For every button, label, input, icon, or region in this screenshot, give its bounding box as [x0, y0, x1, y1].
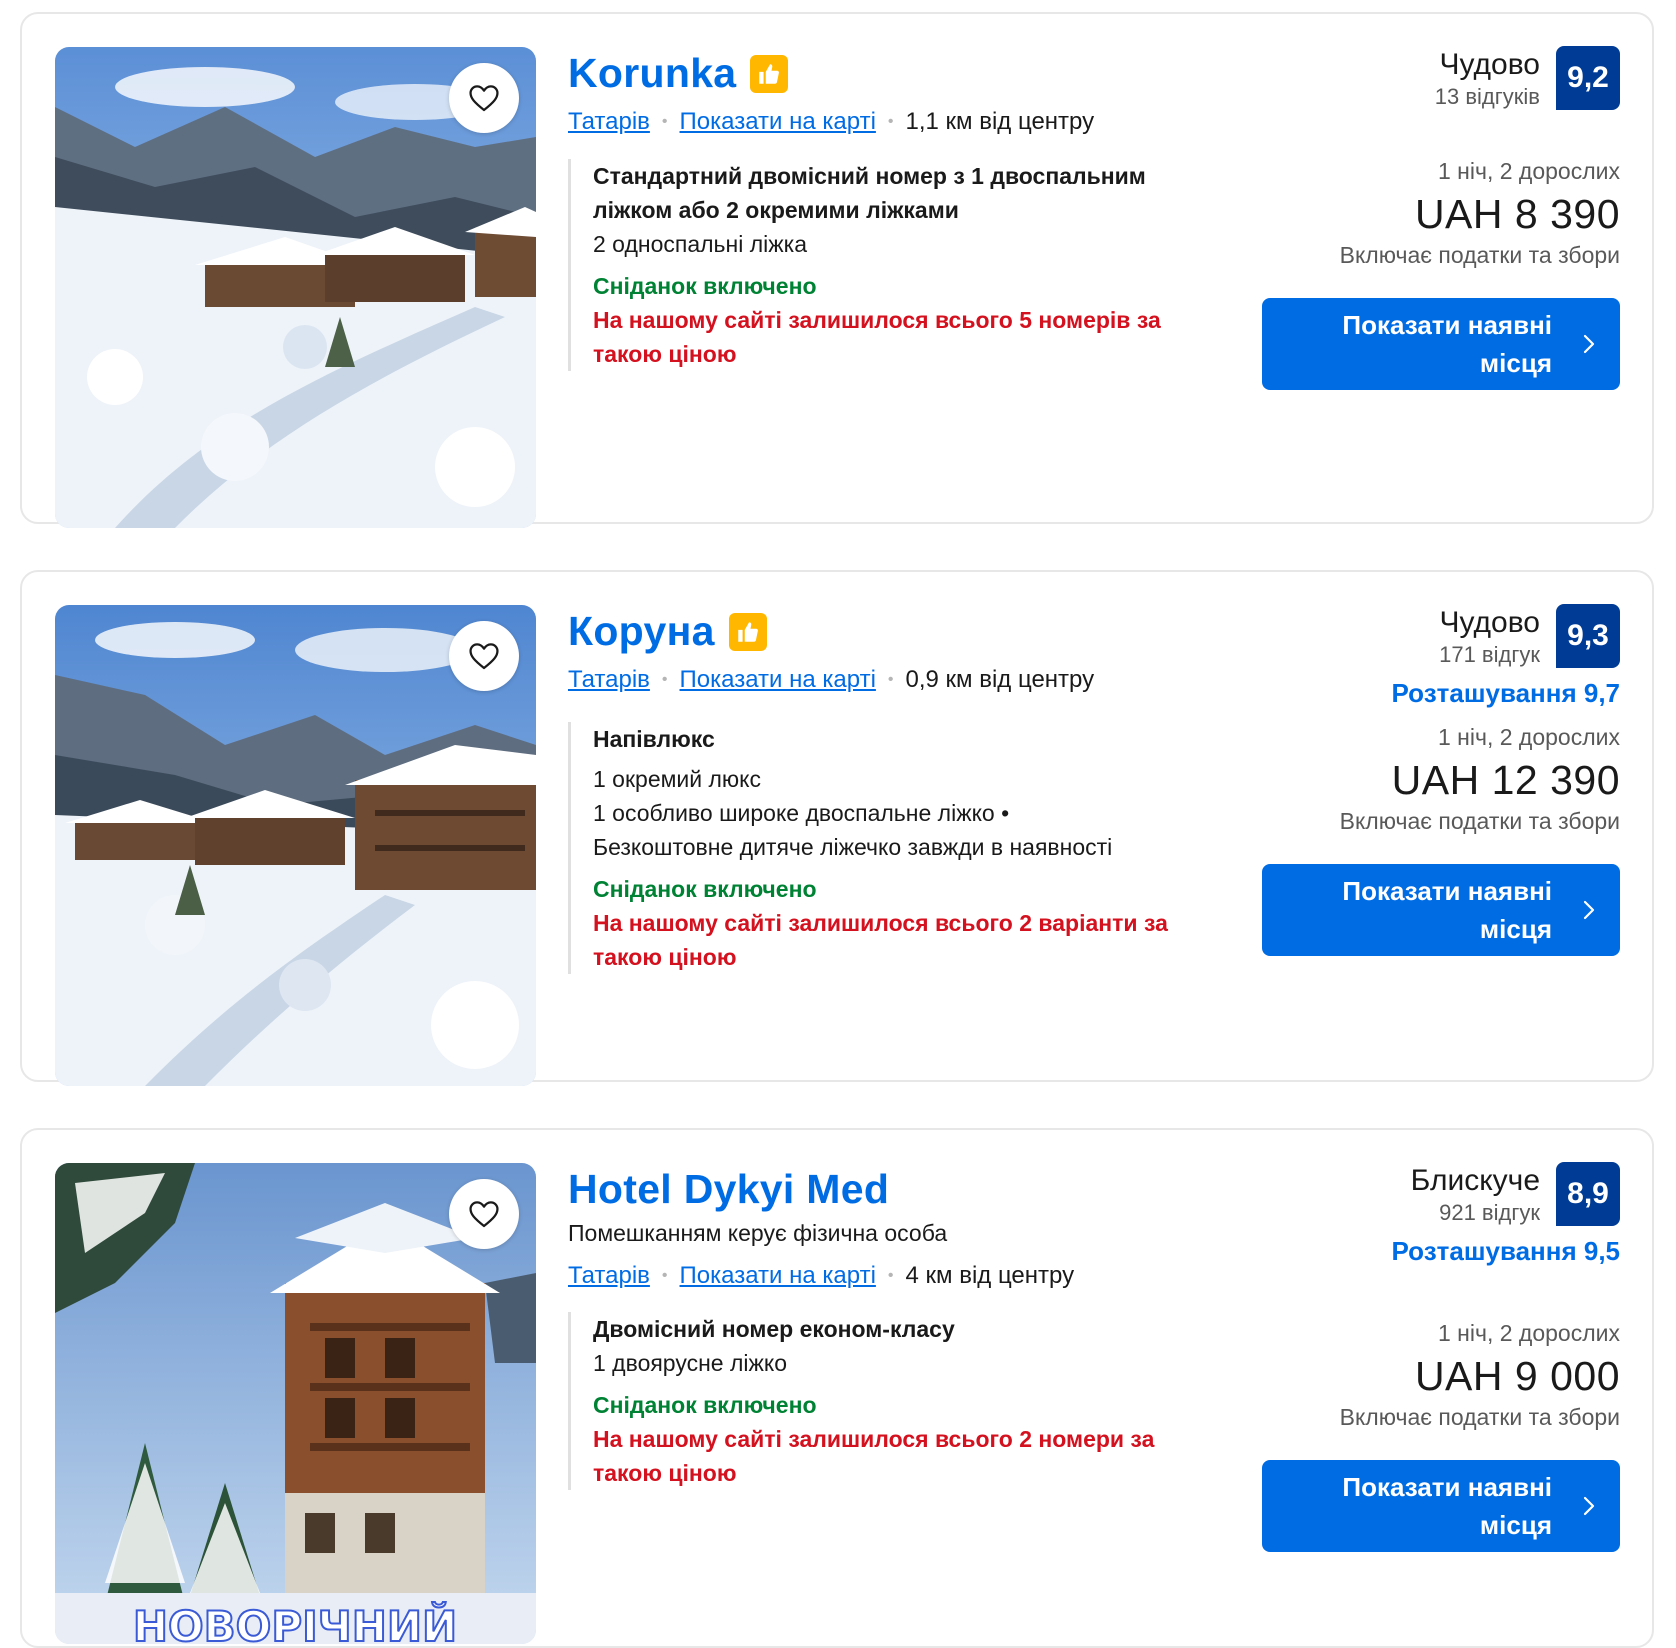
- location-score: Розташування 9,5: [1391, 1236, 1620, 1266]
- separator-dot: •: [661, 113, 668, 130]
- property-card: НОВОРІЧНИЙ Hotel Dykyi Med Помешканням к…: [20, 1128, 1654, 1648]
- property-photo[interactable]: НОВОРІЧНИЙ: [55, 1163, 536, 1644]
- room-detail: Безкоштовне дитяче ліжечко завжди в наяв…: [593, 834, 1113, 860]
- price: UAH 9 000: [1414, 1353, 1620, 1399]
- location-score: Розташування 9,7: [1391, 678, 1620, 708]
- review-score-badge[interactable]: 9,3: [1556, 604, 1620, 668]
- separator-dot: •: [887, 113, 894, 130]
- separator-dot: •: [661, 1267, 668, 1284]
- bed-type: 2 односпальні ліжка: [593, 231, 808, 257]
- heart-outline-icon: [469, 1201, 499, 1228]
- separator-dot: •: [887, 671, 894, 688]
- favorite-button[interactable]: [449, 621, 519, 691]
- preferred-partner-badge: [728, 612, 767, 651]
- show-availability-button[interactable]: Показати наявні місця: [1262, 864, 1620, 956]
- room-detail: 1 окремий люкс: [593, 766, 762, 792]
- button-label: Показати наявні місця: [1342, 1472, 1552, 1540]
- preferred-partner-badge: [750, 54, 789, 93]
- taxes-note: Включає податки та збори: [1339, 1404, 1620, 1430]
- rating-word: Блискуче: [1410, 1164, 1540, 1197]
- price: UAH 8 390: [1414, 191, 1620, 237]
- show-availability-button[interactable]: Показати наявні місця: [1262, 1460, 1620, 1552]
- scarcity-message: На нашому сайті залишилося всього 2 номе…: [593, 1426, 1155, 1486]
- city-link[interactable]: Татарів: [568, 108, 650, 136]
- favorite-button[interactable]: [449, 1179, 519, 1249]
- city-link[interactable]: Татарів: [568, 1262, 650, 1290]
- price-block: 1 ніч, 2 дорослих UAH 9 000 Включає пода…: [1120, 1320, 1620, 1431]
- chevron-right-icon: [1583, 900, 1595, 920]
- review-score-badge[interactable]: 9,2: [1556, 46, 1620, 110]
- nights-guests: 1 ніч, 2 дорослих: [1437, 158, 1620, 184]
- location-row: Татарів • Показати на карті • 1,1 км від…: [568, 108, 1094, 136]
- photo-overlay-text: НОВОРІЧНИЙ: [133, 1601, 457, 1644]
- show-on-map-link[interactable]: Показати на карті: [680, 666, 876, 694]
- location-row: Татарів • Показати на карті • 4 км від ц…: [568, 1262, 1074, 1290]
- separator-dot: •: [661, 671, 668, 688]
- thumbs-up-icon: [738, 621, 758, 642]
- city-link[interactable]: Татарів: [568, 666, 650, 694]
- room-info: Двомісний номер економ-класу 1 двоярусне…: [568, 1312, 1208, 1490]
- distance-from-center: 0,9 км від центру: [905, 666, 1095, 693]
- separator-dot: •: [887, 1267, 894, 1284]
- favorite-button[interactable]: [449, 63, 519, 133]
- hotel-name[interactable]: Hotel Dykyi Med: [568, 1166, 889, 1213]
- title-row: Hotel Dykyi Med: [568, 1166, 889, 1213]
- distance-from-center: 1,1 км від центру: [905, 108, 1095, 135]
- distance-from-center: 4 км від центру: [905, 1262, 1075, 1289]
- price-block: 1 ніч, 2 дорослих UAH 8 390 Включає пода…: [1120, 158, 1620, 269]
- heart-outline-icon: [469, 85, 499, 112]
- host-type-note: Помешканням керує фізична особа: [568, 1220, 948, 1246]
- search-results-list: Korunka Татарів • Показати на карті • 1,…: [0, 0, 1676, 1648]
- review-count[interactable]: 171 відгук: [1439, 640, 1540, 670]
- review-count[interactable]: 921 відгук: [1411, 1198, 1540, 1228]
- review-block: Чудово 13 відгуків 9,2: [1200, 46, 1620, 112]
- show-on-map-link[interactable]: Показати на карті: [680, 1262, 876, 1290]
- property-card: Korunka Татарів • Показати на карті • 1,…: [20, 12, 1654, 528]
- property-card: Коруна Татарів • Показати на карті • 0,9…: [20, 570, 1654, 1086]
- review-block: Чудово 171 відгук 9,3 Розташування 9,7: [1200, 604, 1620, 709]
- show-on-map-link[interactable]: Показати на карті: [680, 108, 876, 136]
- room-info: Напівлюкс 1 окремий люкс 1 особливо широ…: [568, 722, 1208, 974]
- room-name: Двомісний номер економ-класу: [593, 1316, 955, 1342]
- bed-type: 1 двоярусне ліжко: [593, 1350, 787, 1376]
- nights-guests: 1 ніч, 2 дорослих: [1437, 1320, 1620, 1346]
- breakfast-included: Сніданок включено: [593, 1392, 817, 1418]
- room-info: Стандартний двомісний номер з 1 двоспаль…: [568, 159, 1208, 371]
- scarcity-message: На нашому сайті залишилося всього 2 варі…: [593, 910, 1168, 970]
- room-detail: 1 особливо широке двоспальне ліжко •: [593, 800, 1010, 826]
- show-availability-button[interactable]: Показати наявні місця: [1262, 298, 1620, 390]
- price: UAH 12 390: [1391, 757, 1620, 803]
- scarcity-message: На нашому сайті залишилося всього 5 номе…: [593, 307, 1161, 367]
- rating-word: Чудово: [1439, 606, 1540, 639]
- location-row: Татарів • Показати на карті • 0,9 км від…: [568, 666, 1094, 694]
- review-score-badge[interactable]: 8,9: [1556, 1162, 1620, 1226]
- title-row: Korunka: [568, 50, 789, 97]
- title-row: Коруна: [568, 608, 767, 655]
- chevron-right-icon: [1583, 1496, 1595, 1516]
- taxes-note: Включає податки та збори: [1339, 808, 1620, 834]
- price-block: 1 ніч, 2 дорослих UAH 12 390 Включає под…: [1120, 724, 1620, 835]
- review-block: Блискуче 921 відгук 8,9 Розташування 9,5: [1200, 1162, 1620, 1267]
- button-label: Показати наявні місця: [1342, 310, 1552, 378]
- review-count[interactable]: 13 відгуків: [1435, 82, 1540, 112]
- thumbs-up-icon: [759, 63, 780, 84]
- property-photo[interactable]: [55, 47, 536, 528]
- taxes-note: Включає податки та збори: [1339, 242, 1620, 268]
- hotel-name[interactable]: Korunka: [568, 50, 736, 97]
- heart-outline-icon: [469, 643, 499, 670]
- button-label: Показати наявні місця: [1342, 876, 1552, 944]
- chevron-right-icon: [1583, 334, 1595, 354]
- hotel-name[interactable]: Коруна: [568, 608, 715, 655]
- nights-guests: 1 ніч, 2 дорослих: [1437, 724, 1620, 750]
- room-name: Напівлюкс: [593, 726, 715, 752]
- breakfast-included: Сніданок включено: [593, 876, 817, 902]
- room-name: Стандартний двомісний номер з 1 двоспаль…: [593, 163, 1146, 223]
- rating-word: Чудово: [1439, 48, 1540, 81]
- breakfast-included: Сніданок включено: [593, 273, 817, 299]
- property-photo[interactable]: [55, 605, 536, 1086]
